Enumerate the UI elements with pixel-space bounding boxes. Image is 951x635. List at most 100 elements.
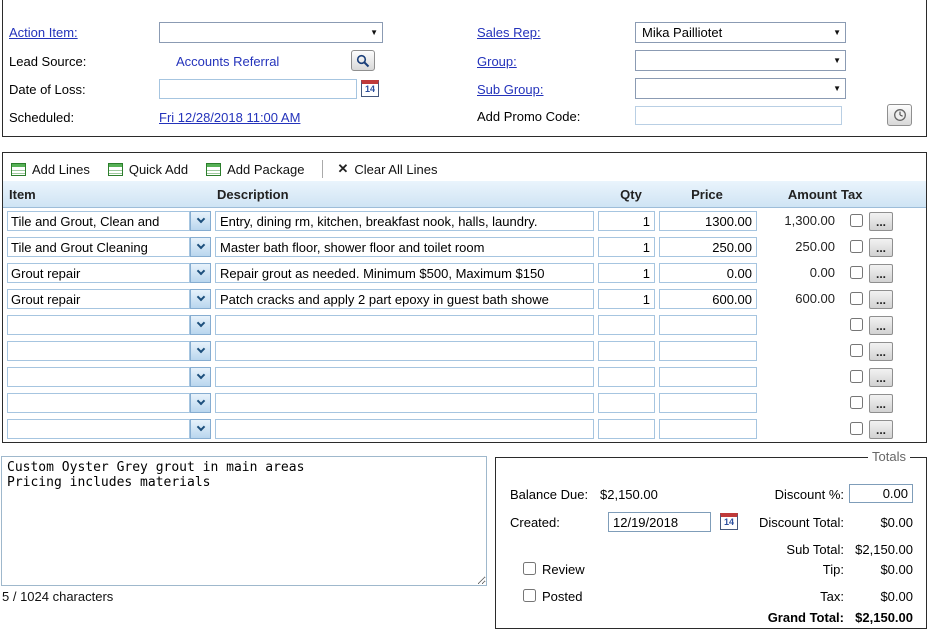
- group-select[interactable]: ▼: [635, 50, 846, 71]
- discount-pct-input[interactable]: [849, 484, 913, 503]
- item-select[interactable]: [7, 419, 190, 439]
- tax-checkbox[interactable]: [850, 344, 863, 357]
- group-label[interactable]: Group:: [477, 54, 517, 69]
- price-input[interactable]: [659, 289, 757, 309]
- lead-source-link[interactable]: Accounts Referral: [176, 54, 279, 69]
- tax-checkbox[interactable]: [850, 370, 863, 383]
- sub-group-select[interactable]: ▼: [635, 78, 846, 99]
- price-input[interactable]: [659, 211, 757, 231]
- amount-value: 600.00: [757, 289, 835, 309]
- item-dropdown-button[interactable]: [190, 419, 211, 439]
- quick-add-button[interactable]: Quick Add: [108, 162, 188, 177]
- table-row: Tile and Grout, Clean and 1,300.00 ...: [3, 208, 926, 234]
- tax-checkbox[interactable]: [850, 240, 863, 253]
- description-input[interactable]: [215, 341, 594, 361]
- description-input[interactable]: [215, 393, 594, 413]
- item-dropdown-button[interactable]: [190, 263, 211, 283]
- chevron-down-icon: [196, 371, 204, 379]
- sales-rep-select[interactable]: Mika Pailliotet ▼: [635, 22, 846, 43]
- review-checkbox[interactable]: [523, 562, 536, 575]
- item-dropdown-button[interactable]: [190, 237, 211, 257]
- item-value: Tile and Grout, Clean and: [11, 214, 159, 229]
- sub-total-value: $2,150.00: [855, 542, 913, 557]
- qty-input[interactable]: [598, 341, 655, 361]
- description-input[interactable]: [215, 289, 594, 309]
- description-input[interactable]: [215, 315, 594, 335]
- action-item-label[interactable]: Action Item:: [9, 25, 78, 40]
- row-options-button[interactable]: ...: [869, 368, 893, 387]
- tax-checkbox[interactable]: [850, 292, 863, 305]
- add-package-button[interactable]: Add Package: [206, 162, 304, 177]
- price-input[interactable]: [659, 393, 757, 413]
- description-input[interactable]: [215, 367, 594, 387]
- add-promo-code-label: Add Promo Code:: [477, 109, 580, 124]
- lead-source-search-button[interactable]: [351, 50, 375, 71]
- sub-group-label[interactable]: Sub Group:: [477, 82, 544, 97]
- qty-input[interactable]: [598, 393, 655, 413]
- item-select[interactable]: Grout repair: [7, 263, 190, 283]
- item-dropdown-button[interactable]: [190, 393, 211, 413]
- date-of-loss-input[interactable]: [159, 79, 357, 99]
- description-input[interactable]: [215, 419, 594, 439]
- date-of-loss-label: Date of Loss:: [9, 82, 86, 97]
- row-options-button[interactable]: ...: [869, 238, 893, 257]
- row-options-button[interactable]: ...: [869, 420, 893, 439]
- row-options-button[interactable]: ...: [869, 290, 893, 309]
- qty-input[interactable]: [598, 289, 655, 309]
- row-options-button[interactable]: ...: [869, 342, 893, 361]
- promo-code-input[interactable]: [635, 106, 842, 125]
- price-input[interactable]: [659, 367, 757, 387]
- scheduled-link[interactable]: Fri 12/28/2018 11:00 AM: [159, 110, 300, 125]
- item-dropdown-button[interactable]: [190, 367, 211, 387]
- promo-history-button[interactable]: [887, 104, 912, 126]
- item-select[interactable]: Tile and Grout, Clean and: [7, 211, 190, 231]
- qty-input[interactable]: [598, 237, 655, 257]
- item-select[interactable]: Tile and Grout Cleaning: [7, 237, 190, 257]
- tax-checkbox[interactable]: [850, 422, 863, 435]
- item-select[interactable]: [7, 367, 190, 387]
- table-row: Grout repair 0.00 ...: [3, 260, 926, 286]
- created-date-input[interactable]: [608, 512, 711, 532]
- lines-toolbar: Add Lines Quick Add Add Package ✕ Clear …: [11, 159, 455, 179]
- row-options-button[interactable]: ...: [869, 264, 893, 283]
- price-input[interactable]: [659, 263, 757, 283]
- tax-checkbox[interactable]: [850, 396, 863, 409]
- row-options-button[interactable]: ...: [869, 394, 893, 413]
- price-input[interactable]: [659, 237, 757, 257]
- order-notes-textarea[interactable]: Custom Oyster Grey grout in main areas P…: [1, 456, 487, 586]
- qty-input[interactable]: [598, 367, 655, 387]
- add-package-table-icon: [206, 163, 221, 176]
- calendar-icon[interactable]: 14: [361, 80, 379, 97]
- tax-checkbox[interactable]: [850, 266, 863, 279]
- tip-label: Tip:: [823, 562, 844, 577]
- price-input[interactable]: [659, 315, 757, 335]
- calendar-icon[interactable]: 14: [720, 513, 738, 530]
- price-input[interactable]: [659, 341, 757, 361]
- item-select[interactable]: [7, 393, 190, 413]
- clear-all-lines-button[interactable]: ✕ Clear All Lines: [337, 161, 437, 177]
- item-dropdown-button[interactable]: [190, 315, 211, 335]
- posted-checkbox[interactable]: [523, 589, 536, 602]
- item-dropdown-button[interactable]: [190, 211, 211, 231]
- tax-checkbox[interactable]: [850, 318, 863, 331]
- price-input[interactable]: [659, 419, 757, 439]
- search-icon: [356, 54, 370, 68]
- qty-input[interactable]: [598, 263, 655, 283]
- sales-rep-label[interactable]: Sales Rep:: [477, 25, 541, 40]
- description-input[interactable]: [215, 237, 594, 257]
- qty-input[interactable]: [598, 419, 655, 439]
- item-select[interactable]: Grout repair: [7, 289, 190, 309]
- tax-checkbox[interactable]: [850, 214, 863, 227]
- item-dropdown-button[interactable]: [190, 341, 211, 361]
- item-select[interactable]: [7, 341, 190, 361]
- row-options-button[interactable]: ...: [869, 316, 893, 335]
- action-item-select[interactable]: ▼: [159, 22, 383, 43]
- qty-input[interactable]: [598, 211, 655, 231]
- item-select[interactable]: [7, 315, 190, 335]
- row-options-button[interactable]: ...: [869, 212, 893, 231]
- item-dropdown-button[interactable]: [190, 289, 211, 309]
- description-input[interactable]: [215, 263, 594, 283]
- add-lines-button[interactable]: Add Lines: [11, 162, 90, 177]
- description-input[interactable]: [215, 211, 594, 231]
- qty-input[interactable]: [598, 315, 655, 335]
